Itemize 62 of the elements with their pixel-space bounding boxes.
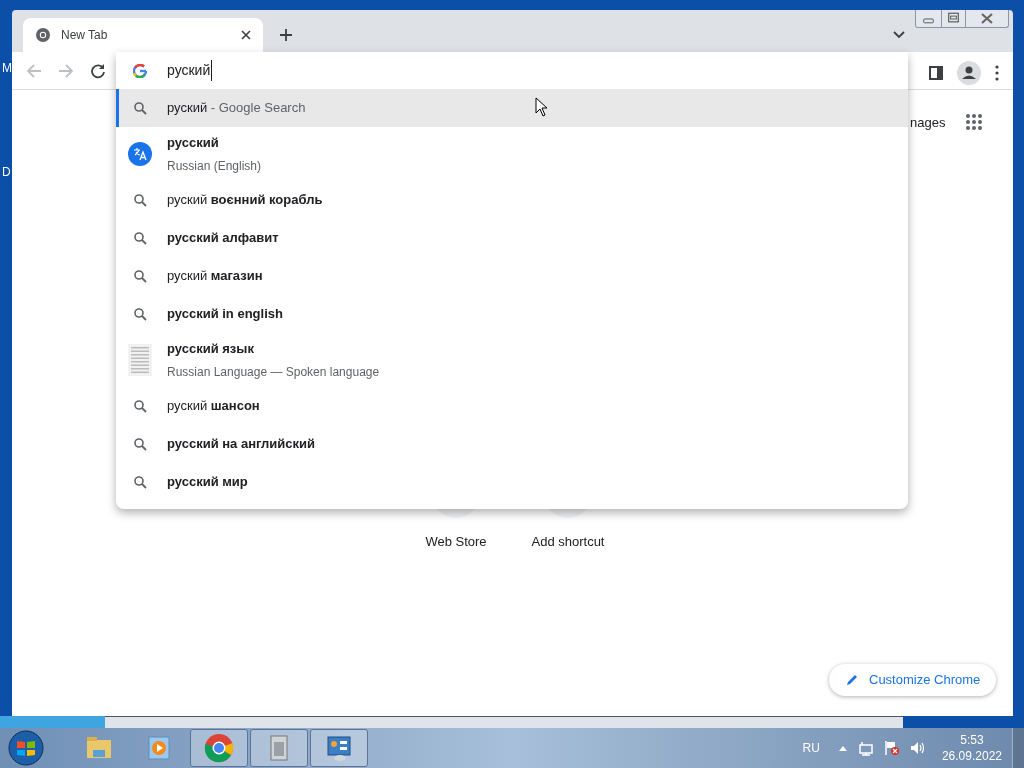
taskbar-app-button[interactable]: [250, 729, 308, 767]
search-icon: [133, 399, 147, 413]
translate-icon: [128, 142, 152, 166]
tab-title: New Tab: [61, 27, 109, 44]
chrome-icon: [203, 732, 235, 764]
suggestion-text: русский алфавит: [167, 229, 279, 248]
pencil-icon: [845, 673, 859, 687]
network-icon[interactable]: [857, 740, 874, 756]
side-panel-icon[interactable]: [929, 66, 943, 80]
suggestion-row[interactable]: русский на английский: [116, 425, 908, 463]
search-icon: [133, 193, 147, 207]
new-tab-icon[interactable]: [279, 28, 293, 42]
search-icon: [133, 269, 147, 283]
images-link[interactable]: nages: [910, 113, 946, 133]
suggestion-text: руский воєнний корабль: [167, 191, 323, 210]
suggestion-row[interactable]: русский мир: [116, 463, 908, 501]
chevron-down-icon[interactable]: [893, 31, 905, 39]
profile-icon[interactable]: [957, 61, 981, 85]
suggestion-text: русский: [167, 134, 220, 153]
flag-icon[interactable]: [883, 740, 900, 756]
shortcut-label[interactable]: Add shortcut: [531, 532, 605, 552]
address-bar[interactable]: руский: [116, 52, 908, 89]
search-icon: [133, 307, 147, 321]
suggestion-row[interactable]: руский воєнний корабль: [116, 181, 908, 219]
suggestion-row[interactable]: русский алфавит: [116, 219, 908, 257]
google-icon: [133, 63, 147, 78]
shortcut-label[interactable]: Web Store: [425, 532, 487, 552]
search-icon: [133, 231, 147, 245]
suggestion-detail: Russian (English): [167, 157, 262, 175]
search-icon: [133, 475, 147, 489]
suggestion-text: русский in english: [167, 305, 283, 324]
customize-chrome-button[interactable]: Customize Chrome: [829, 664, 997, 696]
suggestion-row[interactable]: руский магазин: [116, 257, 908, 295]
taskbar-app-button[interactable]: [190, 729, 248, 767]
taskbar-app-button[interactable]: [310, 729, 368, 767]
speaker-icon[interactable]: [909, 740, 926, 756]
suggestion-detail: Russian Language — Spoken language: [167, 363, 380, 381]
desktop-icon-label: D: [2, 164, 11, 181]
search-icon: [133, 437, 147, 451]
suggestion-row[interactable]: руский шансон: [116, 387, 908, 425]
suggestion-text: русский на английский: [167, 435, 316, 454]
suggestion-row[interactable]: русский in english: [116, 295, 908, 333]
mouse-pointer-icon: [535, 97, 549, 117]
suggestion-text: руский шансон: [167, 397, 260, 416]
suggestion-text: русский мир: [167, 473, 248, 492]
suggestion-row[interactable]: русский язык Russian Language — Spoken language: [116, 333, 908, 387]
suggestion-row[interactable]: русский Russian (English): [116, 127, 908, 181]
close-icon[interactable]: [241, 30, 251, 40]
start-button[interactable]: [6, 729, 46, 767]
address-text: руский: [167, 60, 213, 81]
suggestion-text: русский язык: [167, 340, 255, 359]
search-icon: [133, 101, 147, 115]
menu-icon[interactable]: [995, 65, 999, 81]
chrome-icon: [35, 27, 51, 43]
browser-tab[interactable]: New Tab: [23, 18, 263, 52]
apps-grid-icon[interactable]: [966, 114, 982, 130]
show-hidden-icons[interactable]: [837, 744, 848, 752]
suggestion-row[interactable]: руский - Google Search: [116, 89, 908, 127]
suggestion-text: руский магазин: [167, 267, 263, 286]
reload-icon[interactable]: [90, 62, 106, 79]
desktop-icon-label: M: [2, 60, 12, 77]
suggestion-text: руский - Google Search: [167, 99, 306, 118]
